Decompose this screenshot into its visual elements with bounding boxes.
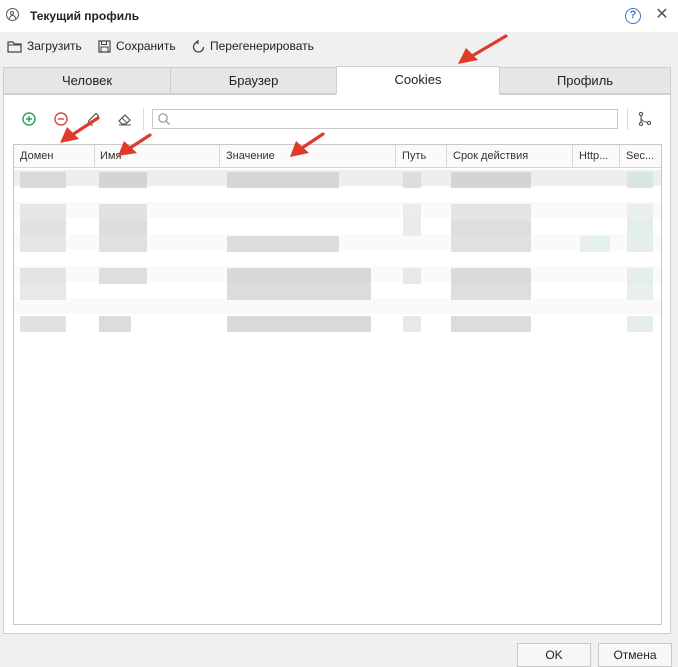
- arrow-to-cookies-tab: [470, 34, 508, 58]
- arrow-to-value-column: [300, 132, 325, 150]
- arrow-to-name-column: [128, 133, 152, 150]
- arrow-to-domain-column: [70, 116, 100, 137]
- annotation-arrows: [60, 34, 508, 157]
- tab-cookies[interactable]: Cookies: [336, 66, 500, 95]
- arrowhead-domain: [60, 127, 79, 143]
- arrowhead-name: [118, 141, 137, 156]
